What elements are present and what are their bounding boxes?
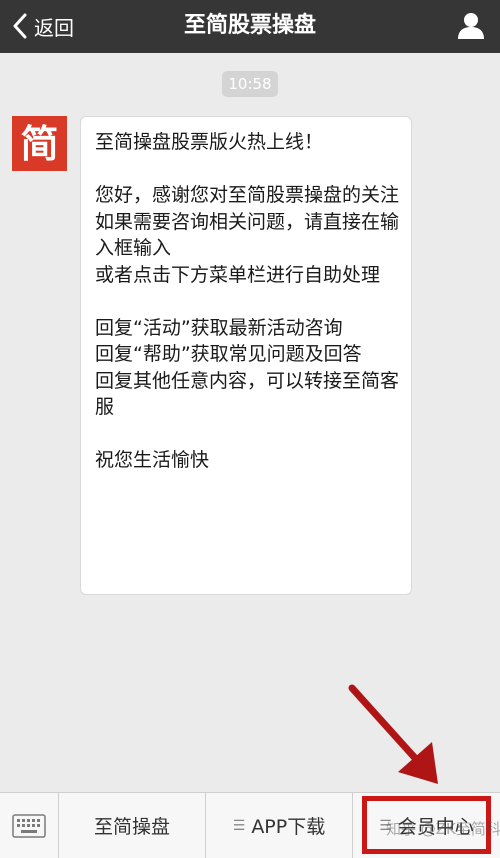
chevron-left-icon	[13, 13, 27, 39]
red-arrow-annotation	[348, 684, 438, 784]
timestamp-badge: 10:58	[222, 71, 278, 97]
bottom-menu-bar: 至简操盘 ☰ APP下载 ☰ 会员中心	[0, 792, 500, 858]
official-account-avatar[interactable]: 简	[12, 116, 67, 171]
back-label: 返回	[34, 15, 74, 40]
menu-item-member-center[interactable]: ☰ 会员中心	[353, 793, 500, 858]
message-text: 至简操盘股票版火热上线！ 您好，感谢您对至简股票操盘的关注 如果需要咨询相关问题…	[95, 131, 400, 471]
menu-lines-icon: ☰	[232, 817, 246, 834]
menu-lines-icon: ☰	[379, 817, 392, 834]
top-nav-bar: 返回 至简股票操盘	[0, 0, 500, 53]
menu-item-app-download[interactable]: ☰ APP下载	[206, 793, 353, 858]
profile-button[interactable]	[456, 11, 486, 41]
person-icon	[458, 13, 484, 39]
menu-item-label: 至简操盘	[93, 816, 170, 838]
avatar-logo-char: 简	[20, 121, 59, 166]
back-button[interactable]: 返回	[12, 9, 74, 43]
message-bubble: 至简操盘股票版火热上线！ 您好，感谢您对至简股票操盘的关注 如果需要咨询相关问题…	[80, 116, 412, 595]
menu-item-label: APP下载	[251, 816, 326, 838]
page-title: 至简股票操盘	[183, 13, 316, 38]
keyboard-icon	[12, 813, 46, 838]
menu-item-zhijian-trading[interactable]: 至简操盘	[59, 793, 206, 858]
keyboard-toggle-button[interactable]	[0, 793, 59, 858]
menu-item-label: 会员中心	[397, 816, 474, 838]
